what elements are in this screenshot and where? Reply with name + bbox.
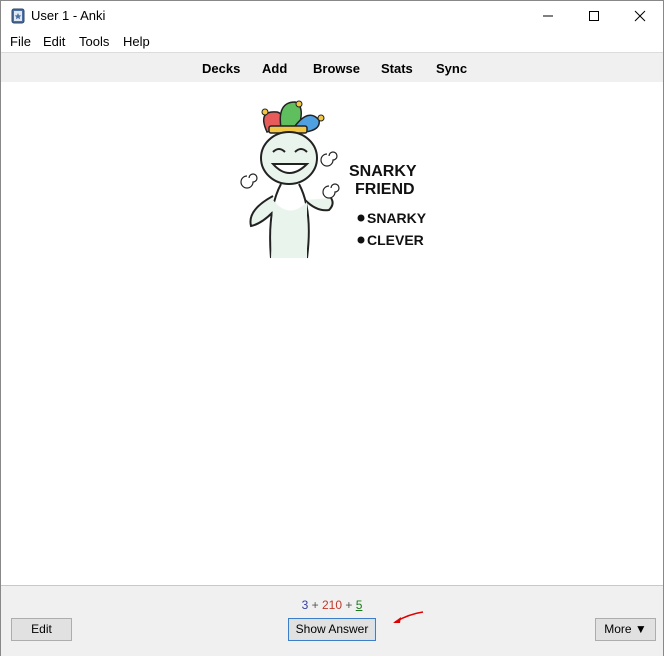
image-title-line1: SNARKY [349, 163, 417, 180]
card-review-area: SNARKY FRIEND SNARKY CLEVER [1, 82, 663, 584]
close-button[interactable] [617, 1, 663, 31]
image-bullet2: CLEVER [367, 232, 424, 248]
image-bullet1: SNARKY [367, 210, 427, 226]
toolbar-decks[interactable]: Decks [202, 61, 240, 76]
count-separator: + [345, 598, 353, 612]
anki-app-icon [11, 8, 25, 24]
count-separator: + [311, 598, 319, 612]
learning-count: 210 [321, 598, 343, 612]
minimize-button[interactable] [525, 1, 571, 31]
main-toolbar: Decks Add Browse Stats Sync [1, 52, 663, 83]
edit-button[interactable]: Edit [11, 618, 72, 641]
toolbar-browse[interactable]: Browse [313, 61, 360, 76]
due-counts: 3 + 210 + 5 [1, 598, 663, 612]
menu-help[interactable]: Help [123, 34, 150, 49]
card-image: SNARKY FRIEND SNARKY CLEVER [240, 100, 427, 259]
toolbar-stats[interactable]: Stats [381, 61, 413, 76]
menu-file[interactable]: File [10, 34, 31, 49]
menu-edit[interactable]: Edit [43, 34, 65, 49]
toolbar-sync[interactable]: Sync [436, 61, 467, 76]
window-title: User 1 - Anki [31, 8, 106, 23]
annotation-arrow-icon [393, 611, 424, 623]
toolbar-add[interactable]: Add [262, 61, 287, 76]
review-bottom-bar: 3 + 210 + 5 Edit Show Answer More ▼ [1, 585, 663, 656]
title-bar: User 1 - Anki [1, 1, 663, 31]
image-title-line2: FRIEND [355, 181, 415, 198]
show-answer-button[interactable]: Show Answer [288, 618, 376, 641]
menu-bar: File Edit Tools Help [1, 31, 663, 52]
minimize-icon [543, 15, 553, 17]
menu-tools[interactable]: Tools [79, 34, 109, 49]
new-count: 3 [301, 598, 309, 612]
close-icon [634, 10, 646, 22]
anki-window: User 1 - Anki File Edit Tools Help Decks… [0, 0, 664, 656]
review-count: 5 [355, 598, 363, 612]
more-button[interactable]: More ▼ [595, 618, 656, 641]
maximize-button[interactable] [571, 1, 617, 31]
maximize-icon [589, 11, 599, 21]
